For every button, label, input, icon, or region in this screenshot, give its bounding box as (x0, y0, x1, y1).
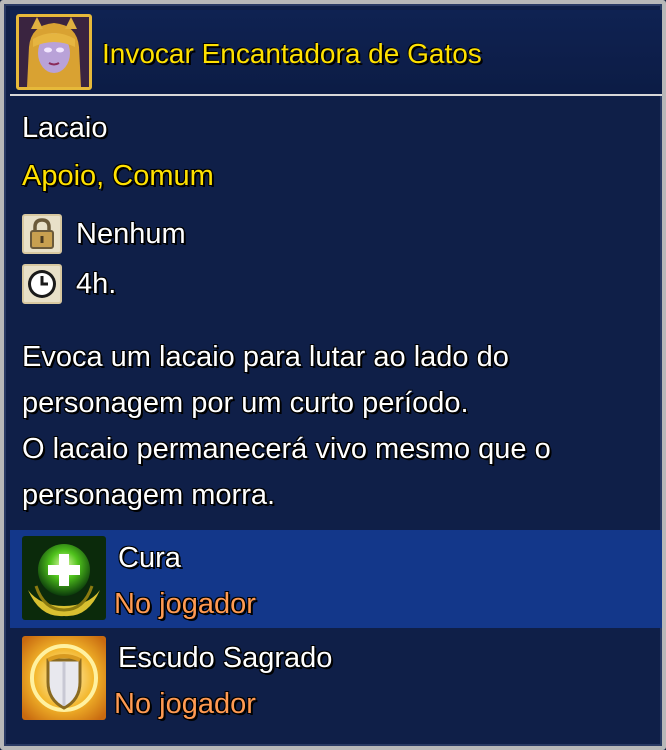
requirement-value: Nenhum (76, 218, 186, 250)
effect-row-escudo-sagrado[interactable]: Escudo Sagrado No jogador (10, 630, 662, 728)
effect-target: No jogador (114, 688, 256, 720)
cat-enchantress-portrait-icon (16, 14, 92, 90)
skill-description: Evoca um lacaio para lutar ao lado do pe… (22, 334, 652, 518)
description-line: O lacaio permanecerá vivo mesmo que o (22, 433, 551, 465)
description-line: personagem morra. (22, 479, 276, 511)
effect-name: Cura (118, 542, 181, 574)
tooltip-header: Invocar Encantadora de Gatos (10, 10, 662, 96)
skill-tooltip: Invocar Encantadora de Gatos Lacaio Apoi… (0, 0, 666, 750)
lock-icon (22, 214, 62, 254)
healing-hands-icon (22, 536, 106, 620)
skill-type: Lacaio (22, 112, 108, 144)
effect-name: Escudo Sagrado (118, 642, 333, 674)
skill-tags: Apoio, Comum (22, 160, 214, 192)
holy-shield-icon (22, 636, 106, 720)
effect-row-cura[interactable]: Cura No jogador (10, 530, 662, 628)
effect-target: No jogador (114, 588, 256, 620)
cooldown-value: 4h. (76, 268, 117, 300)
skill-title: Invocar Encantadora de Gatos (102, 38, 482, 69)
description-line: Evoca um lacaio para lutar ao lado do (22, 341, 509, 373)
clock-icon (22, 264, 62, 304)
description-line: personagem por um curto período. (22, 387, 469, 419)
